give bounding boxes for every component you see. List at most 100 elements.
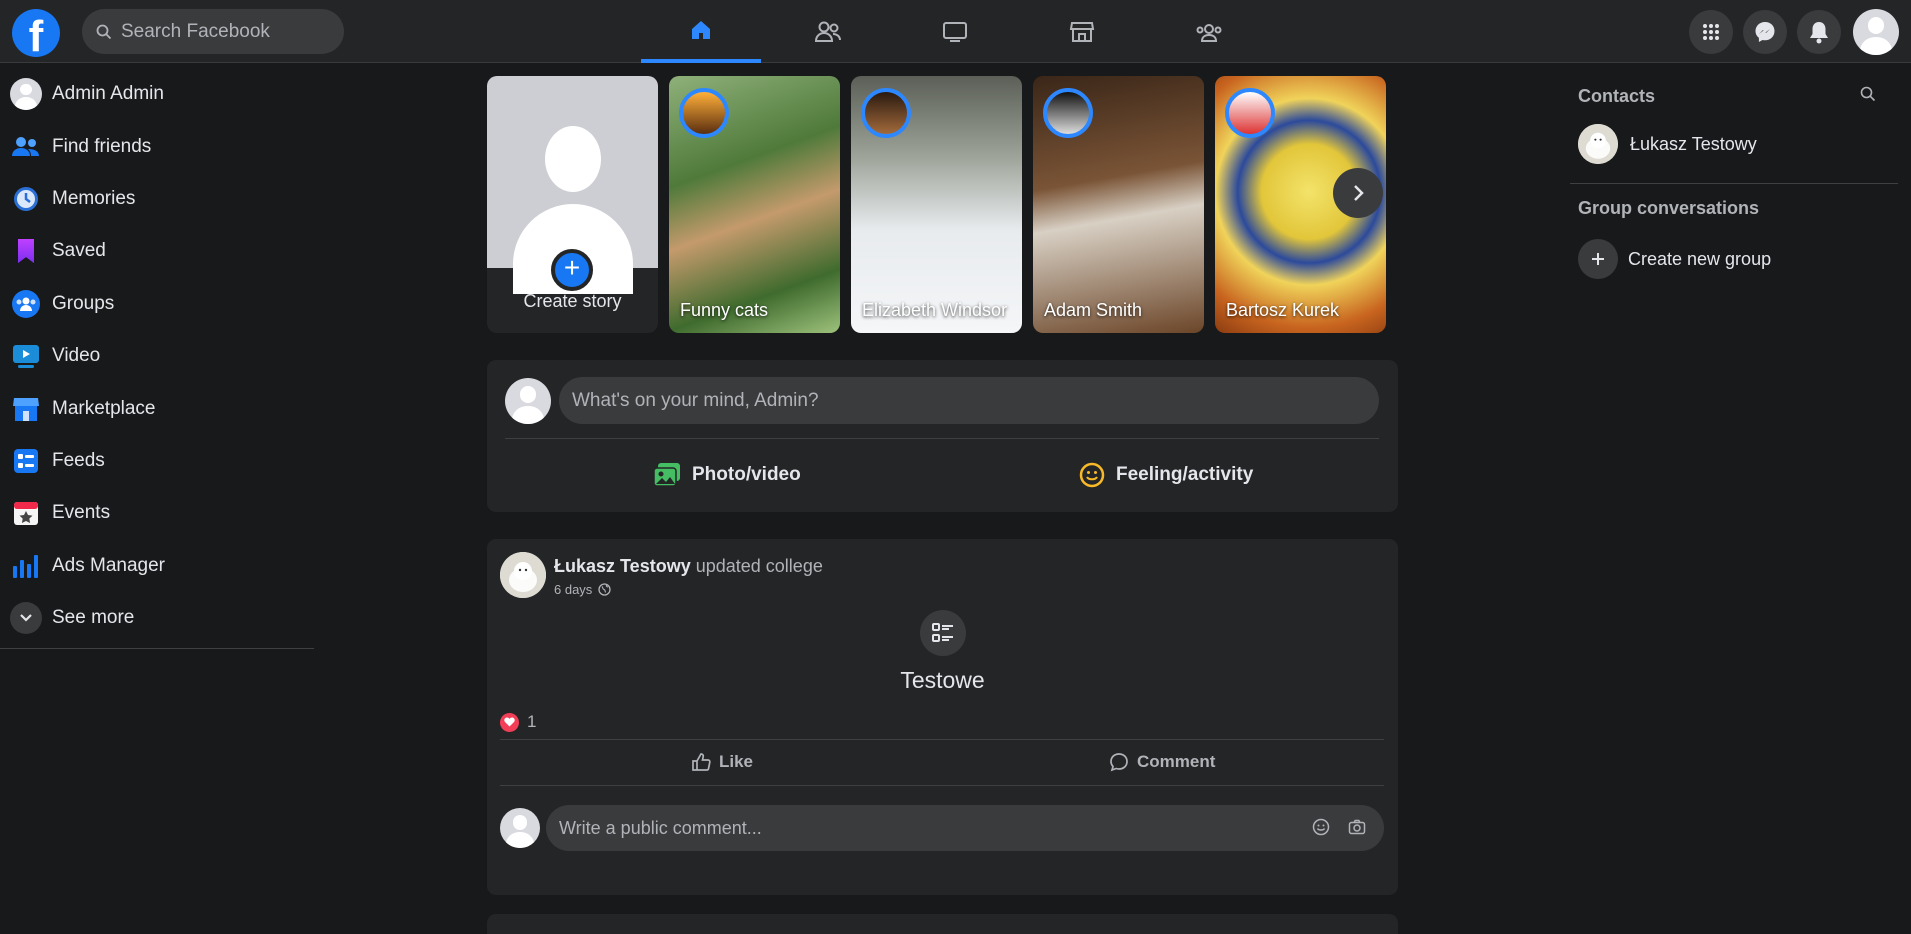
- tab-marketplace[interactable]: [1022, 0, 1142, 63]
- story-name: Adam Smith: [1044, 300, 1143, 320]
- sidebar-item-label: Events: [52, 502, 111, 524]
- feeling-activity-button[interactable]: Feeling/activity: [1079, 454, 1253, 496]
- sidebar-item-label: See more: [52, 607, 135, 629]
- reaction-summary[interactable]: 1: [500, 712, 536, 732]
- menu-grid-icon: [1703, 24, 1719, 40]
- stories-next-button[interactable]: [1333, 168, 1383, 218]
- like-label: Like: [719, 752, 754, 771]
- friends-icon: [814, 21, 841, 42]
- marketplace-icon: [13, 397, 39, 421]
- sidebar-item-see-more[interactable]: See more: [0, 592, 314, 644]
- search-box[interactable]: [82, 9, 344, 54]
- sidebar-item-label: Admin Admin: [52, 83, 164, 105]
- post-divider: [500, 739, 1384, 740]
- sidebar-item-label: Groups: [52, 292, 115, 314]
- like-button[interactable]: Like: [691, 741, 753, 783]
- tab-watch[interactable]: [895, 0, 1015, 63]
- thumbs-up-icon: [692, 753, 711, 771]
- tab-groups[interactable]: [1149, 0, 1269, 63]
- groups-icon: [1196, 23, 1222, 42]
- post-composer: What's on your mind, Admin? Photo/video …: [487, 360, 1398, 512]
- story-name: Funny cats: [680, 300, 769, 320]
- comment-label: Comment: [1137, 752, 1216, 771]
- contact-avatar: [1578, 124, 1618, 164]
- photo-icon: [653, 463, 680, 487]
- top-bar: f: [0, 0, 1911, 63]
- notifications-icon: [1810, 22, 1828, 44]
- sidebar-item-label: Find friends: [52, 135, 152, 157]
- post-divider: [500, 785, 1384, 786]
- groups-icon: [12, 289, 40, 318]
- create-story-card[interactable]: + Create story: [487, 76, 658, 333]
- post-timestamp[interactable]: 6 days: [554, 582, 592, 597]
- sidebar-item-ads-manager[interactable]: Ads Manager: [0, 540, 314, 592]
- profile-avatar: [10, 78, 42, 111]
- sidebar-item-label: Memories: [52, 187, 136, 209]
- commenter-avatar[interactable]: [500, 808, 540, 848]
- post-author-name[interactable]: Łukasz Testowy: [554, 556, 691, 576]
- reaction-count: 1: [527, 712, 537, 731]
- feeds-icon: [14, 448, 38, 473]
- watch-icon: [943, 21, 967, 42]
- create-new-group-button[interactable]: Create new group: [1578, 239, 1771, 279]
- story-card[interactable]: Elizabeth Windsor: [851, 76, 1022, 333]
- sidebar-item-events[interactable]: Events: [0, 487, 314, 539]
- chevron-right-icon: [1354, 185, 1364, 201]
- story-card[interactable]: Adam Smith: [1033, 76, 1204, 333]
- post-author-avatar[interactable]: [500, 552, 546, 598]
- composer-avatar[interactable]: [505, 378, 551, 424]
- post-action-text: updated college: [695, 556, 823, 576]
- comment-button[interactable]: Comment: [1109, 741, 1215, 783]
- home-icon: [692, 20, 710, 39]
- story-avatar: [861, 88, 911, 138]
- video-icon: [13, 345, 39, 369]
- comment-placeholder: Write a public comment...: [559, 818, 762, 838]
- plus-icon: [1578, 239, 1618, 279]
- globe-icon: [598, 583, 611, 596]
- contact-item[interactable]: Łukasz Testowy: [1578, 124, 1757, 164]
- tab-friends[interactable]: [768, 0, 888, 63]
- story-avatar: [679, 88, 729, 138]
- story-name: Bartosz Kurek: [1226, 300, 1340, 320]
- sidebar-divider: [0, 648, 314, 649]
- smiley-icon: [1079, 462, 1105, 488]
- right-rail-divider: [1570, 183, 1898, 184]
- photo-video-button[interactable]: Photo/video: [653, 454, 801, 496]
- sidebar-item-groups[interactable]: Groups: [0, 278, 314, 330]
- tab-home[interactable]: [641, 0, 761, 63]
- photo-video-label: Photo/video: [692, 464, 801, 485]
- contacts-search-button[interactable]: [1860, 86, 1876, 107]
- notifications-button[interactable]: [1797, 10, 1841, 54]
- story-avatar: [1225, 88, 1275, 138]
- camera-icon[interactable]: [1348, 818, 1366, 836]
- composer-divider: [505, 438, 1379, 439]
- sidebar-item-profile[interactable]: Admin Admin: [0, 68, 314, 120]
- calendar-star-icon: [14, 502, 38, 526]
- menu-button[interactable]: [1689, 10, 1733, 54]
- sidebar-item-feeds[interactable]: Feeds: [0, 435, 314, 487]
- sidebar-item-saved[interactable]: Saved: [0, 225, 314, 277]
- messenger-button[interactable]: [1743, 10, 1787, 54]
- chevron-down-icon: [10, 602, 42, 635]
- friends-icon: [12, 136, 39, 156]
- sidebar-item-video[interactable]: Video: [0, 330, 314, 382]
- sidebar-item-memories[interactable]: Memories: [0, 173, 314, 225]
- emoji-icon[interactable]: [1312, 818, 1330, 836]
- composer-input[interactable]: What's on your mind, Admin?: [559, 377, 1379, 424]
- plus-icon: +: [551, 249, 593, 291]
- love-reaction-icon: [500, 712, 519, 732]
- bar-chart-icon: [13, 554, 38, 578]
- search-input[interactable]: [121, 20, 321, 43]
- create-story-avatar: [487, 76, 658, 294]
- create-new-group-label: Create new group: [1628, 248, 1772, 269]
- account-avatar[interactable]: [1853, 9, 1899, 55]
- sidebar-item-marketplace[interactable]: Marketplace: [0, 382, 314, 434]
- story-name: Elizabeth Windsor: [862, 300, 1008, 320]
- messenger-icon: [1755, 22, 1775, 42]
- feed-post: Łukasz Testowy updated college 6 days Te…: [487, 539, 1398, 895]
- facebook-logo[interactable]: f: [12, 9, 60, 57]
- comment-input[interactable]: Write a public comment...: [546, 805, 1384, 851]
- sidebar-item-find-friends[interactable]: Find friends: [0, 120, 314, 172]
- comment-icon: [1110, 753, 1128, 772]
- story-card[interactable]: Funny cats: [669, 76, 840, 333]
